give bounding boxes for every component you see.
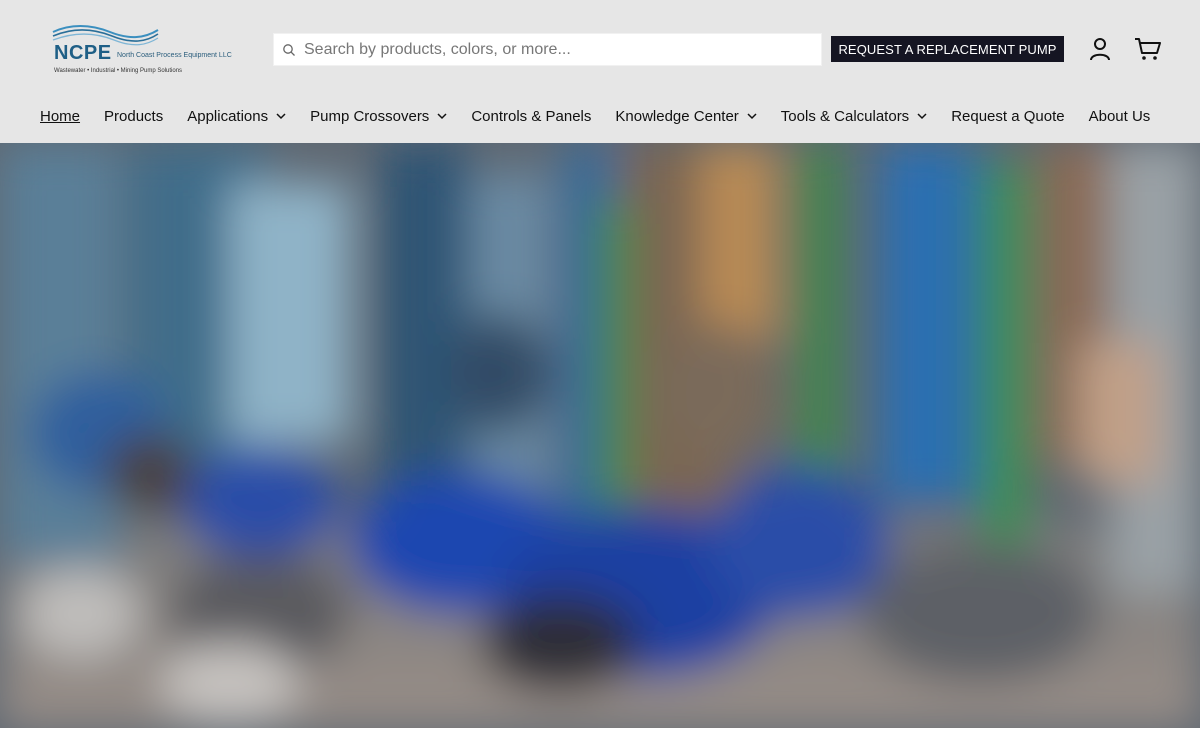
hero-blurred-photo (0, 143, 1200, 728)
chevron-down-icon (747, 112, 757, 119)
logo-tagline: Wastewater • Industrial • Mining Pump So… (54, 68, 183, 74)
chevron-down-icon (917, 112, 927, 119)
nav-item-controls-panels[interactable]: Controls & Panels (471, 108, 591, 125)
nav-item-knowledge-center[interactable]: Knowledge Center (615, 107, 757, 125)
nav-item-products[interactable]: Products (104, 108, 163, 125)
main-nav: Home Products Applications Pump Crossove… (40, 104, 1174, 128)
page-bottom-strip (0, 728, 1200, 750)
hero-image (0, 143, 1200, 728)
nav-item-label: Tools & Calculators (780, 107, 910, 125)
nav-item-label: Controls & Panels (471, 107, 592, 125)
nav-item-label: About Us (1088, 107, 1151, 125)
request-replacement-pump-button[interactable]: REQUEST A REPLACEMENT PUMP (831, 36, 1064, 62)
nav-item-tools-calculators[interactable]: Tools & Calculators (781, 108, 927, 125)
chevron-down-icon (437, 112, 447, 119)
nav-item-label: Home (40, 107, 81, 125)
logo-brand: NCPE (54, 42, 112, 64)
logo-company-name: North Coast Process Equipment LLC (117, 52, 232, 59)
search-icon (283, 44, 295, 56)
nav-item-label: Knowledge Center (615, 107, 739, 125)
nav-item-request-quote[interactable]: Request a Quote (951, 108, 1064, 125)
user-icon[interactable] (1089, 37, 1111, 61)
nav-item-home[interactable]: Home (40, 108, 80, 125)
cart-icon[interactable] (1134, 37, 1162, 61)
nav-item-label: Request a Quote (951, 107, 1065, 125)
logo[interactable]: NCPE North Coast Process Equipment LLC W… (50, 22, 250, 78)
chevron-down-icon (276, 112, 286, 119)
site-header: NCPE North Coast Process Equipment LLC W… (0, 0, 1200, 143)
nav-item-label: Products (104, 107, 164, 125)
search-input[interactable] (304, 34, 814, 65)
nav-item-label: Pump Crossovers (310, 107, 430, 125)
nav-item-label: Applications (187, 107, 269, 125)
nav-item-pump-crossovers[interactable]: Pump Crossovers (310, 108, 447, 125)
nav-item-applications[interactable]: Applications (187, 108, 286, 125)
search-bar[interactable] (273, 33, 822, 66)
nav-item-about-us[interactable]: About Us (1089, 108, 1151, 125)
